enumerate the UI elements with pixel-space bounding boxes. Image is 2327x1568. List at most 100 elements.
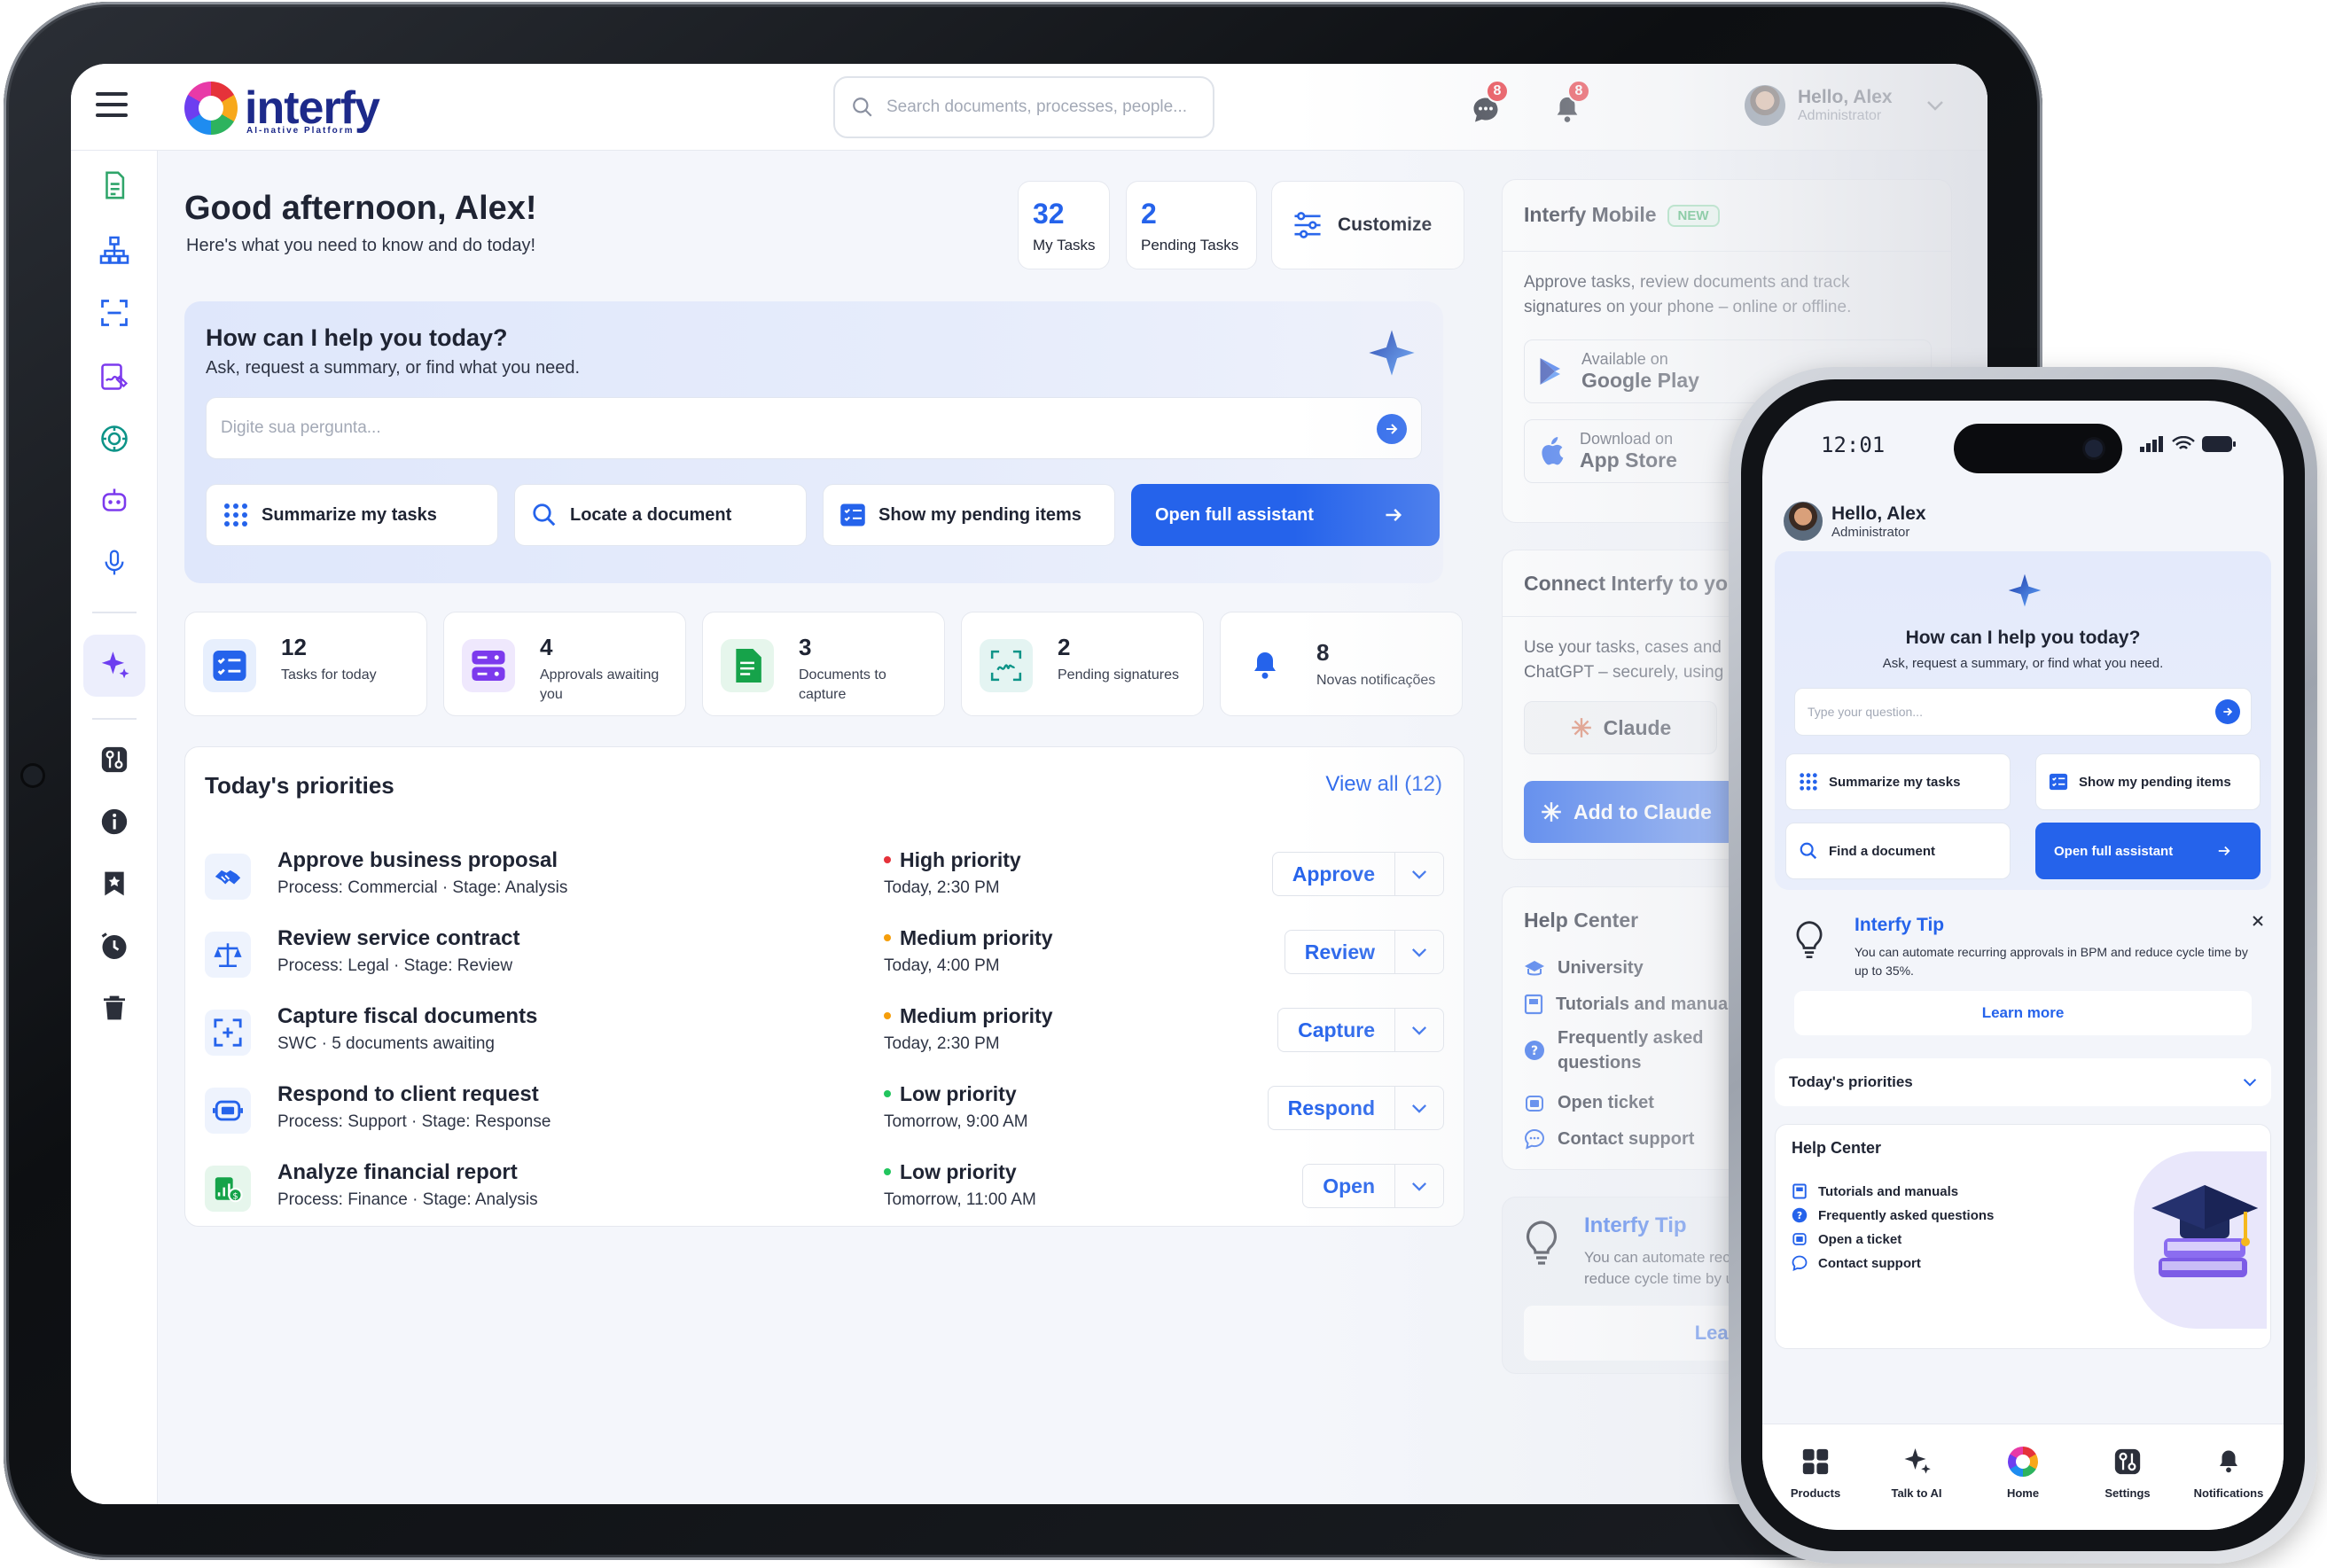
stat-tasks-today[interactable]: 12 Tasks for today: [184, 612, 427, 716]
help-item-ticket[interactable]: Open ticket: [1524, 1093, 1654, 1113]
page-subtitle: Here's what you need to know and do toda…: [186, 236, 536, 255]
row-time: Today, 4:00 PM: [884, 956, 1000, 975]
table-row[interactable]: $ Analyze financial report Process: Fina…: [185, 1155, 1464, 1233]
process-icon: [101, 425, 128, 452]
sidebar-item-settings[interactable]: [94, 739, 135, 780]
action-dropdown[interactable]: [1395, 1182, 1443, 1191]
user-menu[interactable]: Hello, Alex Administrator: [1745, 85, 1944, 126]
find-label: Find a document: [1829, 843, 1935, 859]
nav-products[interactable]: Products: [1771, 1442, 1860, 1500]
table-row[interactable]: Approve business proposal Process: Comme…: [185, 843, 1464, 921]
settings-icon: [101, 746, 128, 773]
row-subtitle: Process: Legal · Stage: Review: [277, 956, 513, 975]
priority-label: Medium priority: [884, 1004, 1053, 1028]
appstore-line2: App Store: [1580, 449, 1677, 472]
table-row[interactable]: Respond to client request Process: Suppo…: [185, 1077, 1464, 1155]
notifications-button[interactable]: 8: [1542, 80, 1592, 135]
approve-button[interactable]: Approve: [1273, 853, 1395, 895]
stat-notifications[interactable]: 8 Novas notificações: [1220, 612, 1463, 716]
stat-signatures[interactable]: 2 Pending signatures: [961, 612, 1204, 716]
logo[interactable]: interfy AI-native Platform: [184, 80, 380, 137]
help-item-tutorials[interactable]: Tutorials and manuals: [1524, 994, 1743, 1015]
action-dropdown[interactable]: [1395, 870, 1443, 879]
scan-icon: [101, 300, 128, 326]
help-item-tutorials[interactable]: Tutorials and manuals: [1792, 1183, 1958, 1199]
sidebar-item-ai-assistant[interactable]: [83, 635, 145, 697]
help-item-ticket[interactable]: Open a ticket: [1792, 1231, 1901, 1247]
help-item-contact[interactable]: Contact support: [1792, 1255, 1921, 1271]
summarize-tasks-button[interactable]: Summarize my tasks: [1785, 753, 2011, 810]
pending-label: Show my pending items: [878, 504, 1082, 525]
help-item-faq[interactable]: ? Frequently asked questions: [1524, 1026, 1728, 1075]
sidebar-item-signatures[interactable]: [94, 356, 135, 397]
assistant-question-input[interactable]: Digite sua pergunta...: [206, 397, 1422, 459]
capture-button[interactable]: Capture: [1278, 1009, 1395, 1051]
sidebar-item-org-chart[interactable]: [94, 230, 135, 271]
stat-documents[interactable]: 3 Documents to capture: [702, 612, 945, 716]
microphone-icon: [105, 550, 124, 575]
help-item-university[interactable]: University: [1524, 958, 1644, 979]
show-pending-button[interactable]: Show my pending items: [823, 484, 1115, 546]
customize-button[interactable]: Customize: [1271, 181, 1464, 269]
kpi-pending-tasks[interactable]: 2 Pending Tasks: [1126, 181, 1257, 269]
sidebar-item-bots[interactable]: [94, 480, 135, 521]
sparkle-icon: [2008, 573, 2042, 607]
show-pending-button[interactable]: Show my pending items: [2035, 753, 2261, 810]
nav-home[interactable]: Home: [1979, 1442, 2067, 1500]
view-all-link[interactable]: View all (12): [1325, 772, 1442, 797]
nav-notifications[interactable]: Notifications: [2184, 1442, 2273, 1500]
help-item-faq[interactable]: ? Frequently asked questions: [1792, 1207, 1994, 1223]
summarize-tasks-button[interactable]: Summarize my tasks: [206, 484, 498, 546]
kpi-my-tasks[interactable]: 32 My Tasks: [1018, 181, 1110, 269]
tip-title: Interfy Tip: [1855, 915, 1945, 935]
claude-button[interactable]: Claude: [1524, 701, 1717, 754]
respond-button[interactable]: Respond: [1269, 1087, 1395, 1129]
send-button[interactable]: [1377, 414, 1407, 444]
nav-settings[interactable]: Settings: [2083, 1442, 2172, 1500]
send-button[interactable]: [2215, 699, 2240, 724]
org-chart-icon: [99, 236, 129, 264]
open-assistant-label: Open full assistant: [1155, 504, 1314, 525]
phone-question-input[interactable]: Type your question...: [1794, 688, 2252, 736]
learn-more-button[interactable]: Learn more: [1794, 991, 2252, 1035]
nav-label: Settings: [2104, 1486, 2151, 1500]
action-dropdown[interactable]: [1395, 1026, 1443, 1035]
find-document-button[interactable]: Find a document: [1785, 823, 2011, 879]
menu-icon[interactable]: [96, 92, 128, 119]
sidebar-divider: [92, 612, 137, 613]
close-icon[interactable]: [2252, 915, 2264, 927]
open-button[interactable]: Open: [1303, 1165, 1395, 1207]
action-dropdown[interactable]: [1395, 1104, 1443, 1113]
phone-priorities-toggle[interactable]: Today's priorities: [1775, 1058, 2271, 1106]
sidebar-item-history[interactable]: [94, 925, 135, 966]
sparkle-icon: [1904, 1448, 1931, 1474]
open-full-assistant-button[interactable]: Open full assistant: [2035, 823, 2261, 879]
nav-talk-to-ai[interactable]: Talk to AI: [1872, 1442, 1961, 1500]
sidebar-item-favorites[interactable]: [94, 863, 135, 904]
sidebar-item-documents[interactable]: [94, 165, 135, 206]
table-row[interactable]: Capture fiscal documents SWC · 5 documen…: [185, 999, 1464, 1077]
sidebar-item-processes[interactable]: [94, 418, 135, 459]
kpi-value: 32: [1033, 198, 1065, 230]
sidebar-item-voice[interactable]: [94, 542, 135, 583]
assistant-subtitle: Ask, request a summary, or find what you…: [206, 358, 581, 378]
page-title: Good afternoon, Alex!: [184, 190, 537, 227]
help-item-contact[interactable]: Contact support: [1524, 1128, 1694, 1150]
sidebar-item-trash[interactable]: [94, 987, 135, 1028]
search-icon: [1800, 842, 1817, 860]
chat-button[interactable]: 8: [1461, 80, 1511, 135]
phone-user[interactable]: Hello, Alex Administrator: [1784, 502, 1926, 541]
stat-value: 2: [1058, 634, 1071, 660]
sidebar-item-capture[interactable]: [94, 293, 135, 333]
review-button[interactable]: Review: [1285, 931, 1395, 973]
add-to-claude-button[interactable]: Add to Claude: [1524, 781, 1737, 843]
locate-document-button[interactable]: Locate a document: [514, 484, 807, 546]
svg-text:?: ?: [1531, 1044, 1538, 1058]
action-dropdown[interactable]: [1395, 948, 1443, 957]
search-input[interactable]: Search documents, processes, people...: [833, 76, 1214, 138]
chevron-down-icon: [1412, 1182, 1426, 1191]
stat-approvals[interactable]: 4 Approvals awaiting you: [443, 612, 686, 716]
sidebar-item-info[interactable]: [94, 801, 135, 842]
open-full-assistant-button[interactable]: Open full assistant: [1131, 484, 1440, 546]
table-row[interactable]: Review service contract Process: Legal ·…: [185, 921, 1464, 999]
